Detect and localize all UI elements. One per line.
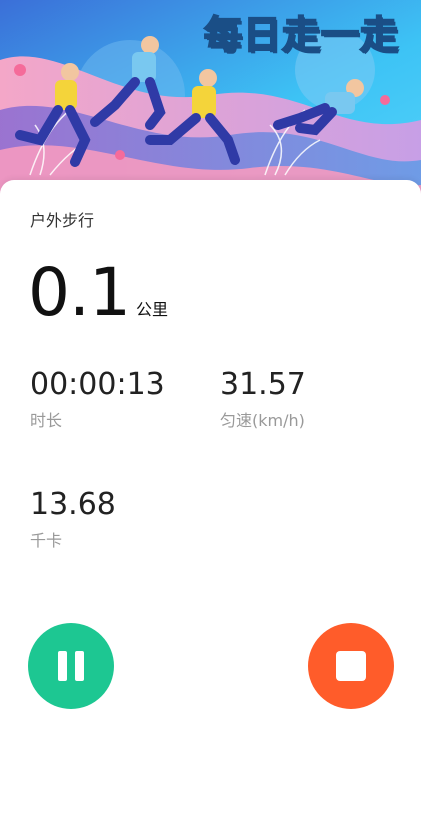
pace-label: 匀速(km/h) xyxy=(220,411,305,430)
duration-label: 时长 xyxy=(30,411,63,430)
distance-value: 0.1 xyxy=(28,254,131,331)
banner-title: 每日走一走 xyxy=(203,12,399,58)
pace-value: 31.57 xyxy=(220,367,306,402)
pace-stat: 31.57 匀速(km/h) xyxy=(220,368,306,431)
distance-unit: 公里 xyxy=(135,300,168,319)
calories-stat: 13.68 千卡 xyxy=(30,488,116,551)
distance-display: 0.1 公里 xyxy=(28,260,168,326)
header-banner: 每日走一走 xyxy=(0,0,421,200)
stop-icon xyxy=(336,651,366,681)
pause-button[interactable] xyxy=(28,623,114,709)
calories-value: 13.68 xyxy=(30,487,116,522)
workout-stats-card: 户外步行 0.1 公里 00:00:13 时长 31.57 匀速(km/h) 1… xyxy=(0,180,421,825)
duration-stat: 00:00:13 时长 xyxy=(30,368,165,431)
workout-mode-label: 户外步行 xyxy=(30,211,95,230)
stop-button[interactable] xyxy=(308,623,394,709)
duration-value: 00:00:13 xyxy=(30,367,165,402)
workout-screen: 每日走一走 户外步行 0.1 公里 00:00:13 时长 31.57 匀速(k… xyxy=(0,0,421,825)
pause-icon xyxy=(54,651,88,681)
calories-label: 千卡 xyxy=(30,531,63,550)
